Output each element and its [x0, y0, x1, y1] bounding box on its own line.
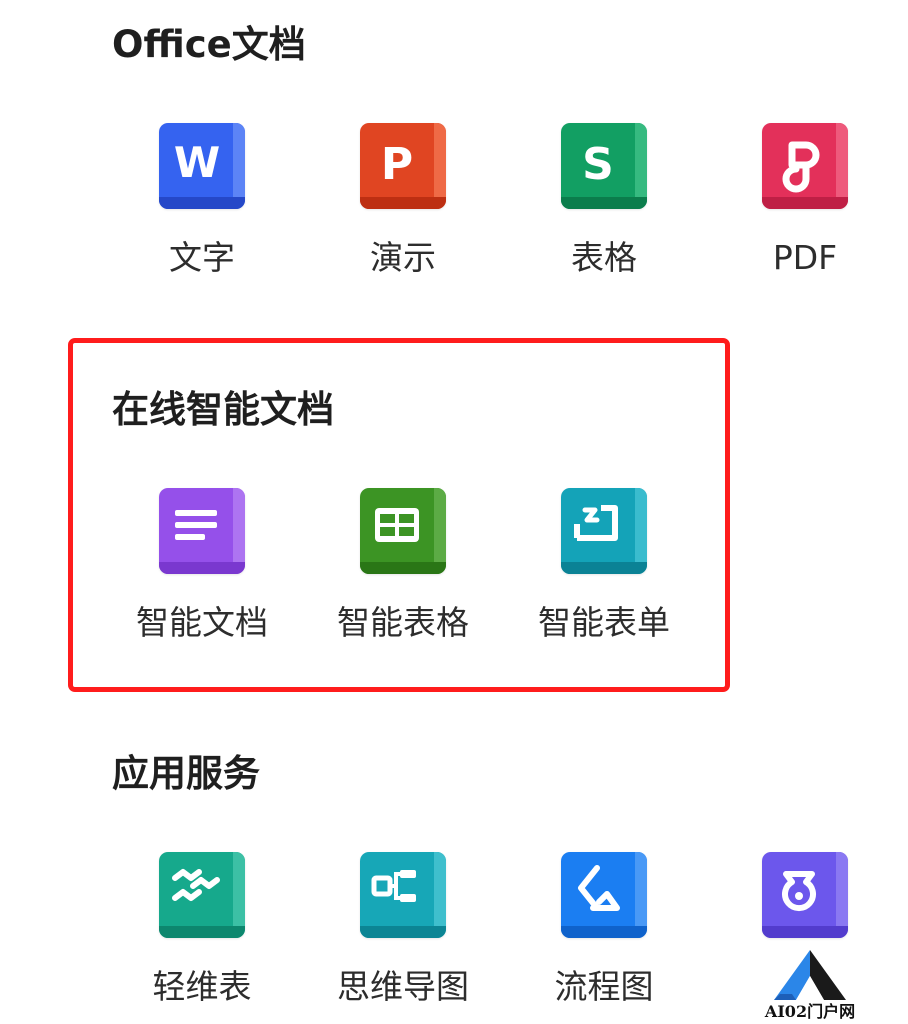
mind-map-icon: [360, 852, 446, 938]
tile-label: 轻维表: [152, 967, 252, 1006]
section-title-office: Office文档: [112, 23, 306, 66]
tile-label: 流程图: [554, 967, 654, 1006]
tile-smart-doc[interactable]: 智能文档: [102, 488, 302, 658]
tile-label: 文字: [169, 238, 235, 277]
tile-presentation[interactable]: P 演示: [303, 123, 503, 293]
tile-spreadsheet[interactable]: S 表格: [504, 123, 704, 293]
tile-label: 智能表格: [337, 603, 469, 642]
word-doc-icon: W: [159, 123, 245, 209]
tile-flowchart[interactable]: 流程图: [504, 852, 704, 1022]
smart-doc-icon: [159, 488, 245, 574]
tile-label: 思维导图: [337, 967, 469, 1006]
watermark-logo-icon: [774, 950, 846, 1000]
tile-label: 演示: [370, 238, 436, 277]
tile-label: 智能表单: [538, 603, 670, 642]
section-title-smart: 在线智能文档: [112, 388, 334, 431]
light-table-icon: [159, 852, 245, 938]
tile-label: 智能文档: [136, 603, 268, 642]
tile-mind-map[interactable]: 思维导图: [303, 852, 503, 1022]
tile-label: 表格: [571, 238, 637, 277]
presentation-icon: P: [360, 123, 446, 209]
flowchart-icon: [561, 852, 647, 938]
tile-word[interactable]: W 文字: [102, 123, 302, 293]
section-title-apps: 应用服务: [112, 752, 260, 795]
svg-text:S: S: [582, 139, 614, 190]
app-service-icon: [762, 852, 848, 938]
tile-smart-form[interactable]: 智能表单: [504, 488, 704, 658]
tile-light-table[interactable]: 轻维表: [102, 852, 302, 1022]
spreadsheet-icon: S: [561, 123, 647, 209]
tile-smart-table[interactable]: 智能表格: [303, 488, 503, 658]
pdf-icon: [762, 123, 848, 209]
smart-table-icon: [360, 488, 446, 574]
watermark-text: AI02门户网: [764, 1002, 856, 1021]
watermark: AI02门户网: [762, 948, 858, 1024]
svg-text:P: P: [381, 139, 413, 190]
svg-text:W: W: [174, 138, 220, 187]
smart-form-icon: [561, 488, 647, 574]
tile-pdf[interactable]: PDF: [705, 123, 905, 293]
tile-label: PDF: [772, 238, 838, 277]
